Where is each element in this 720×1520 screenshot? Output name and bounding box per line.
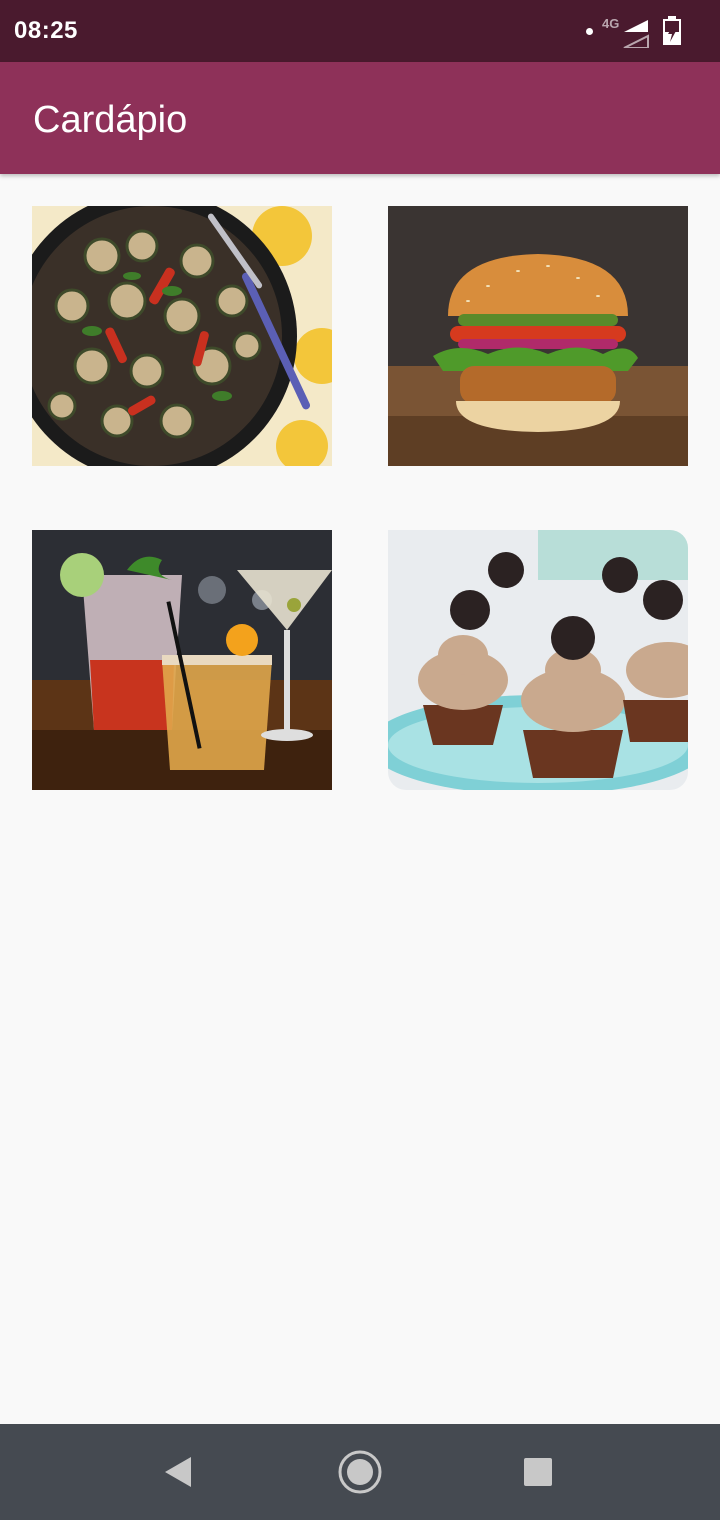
- menu-item-cupcakes[interactable]: [388, 530, 688, 790]
- menu-item-cocktails[interactable]: [32, 530, 332, 790]
- back-button[interactable]: [128, 1424, 228, 1520]
- recent-apps-button[interactable]: [488, 1424, 588, 1520]
- home-button[interactable]: [310, 1424, 410, 1520]
- signal-icon: [623, 20, 649, 48]
- navigation-bar: [0, 1424, 720, 1520]
- app-bar: Cardápio: [0, 62, 720, 174]
- notification-dot-icon: [586, 28, 593, 35]
- burger-photo: [388, 206, 688, 466]
- grilled-vegetables-photo: [32, 206, 332, 466]
- cocktails-photo: [32, 530, 332, 790]
- status-icons: 4G: [580, 14, 700, 48]
- back-icon: [165, 1457, 191, 1487]
- menu-item-grilled-vegetables[interactable]: [32, 206, 332, 466]
- recent-apps-icon: [524, 1458, 552, 1486]
- menu-item-burger[interactable]: [388, 206, 688, 466]
- status-bar: 08:25 4G: [0, 0, 720, 62]
- cupcakes-photo: [388, 530, 688, 790]
- battery-icon: [663, 16, 681, 45]
- home-icon: [338, 1450, 382, 1494]
- network-type-label: 4G: [602, 16, 620, 31]
- page-title: Cardápio: [33, 99, 188, 141]
- status-time: 08:25: [14, 17, 78, 44]
